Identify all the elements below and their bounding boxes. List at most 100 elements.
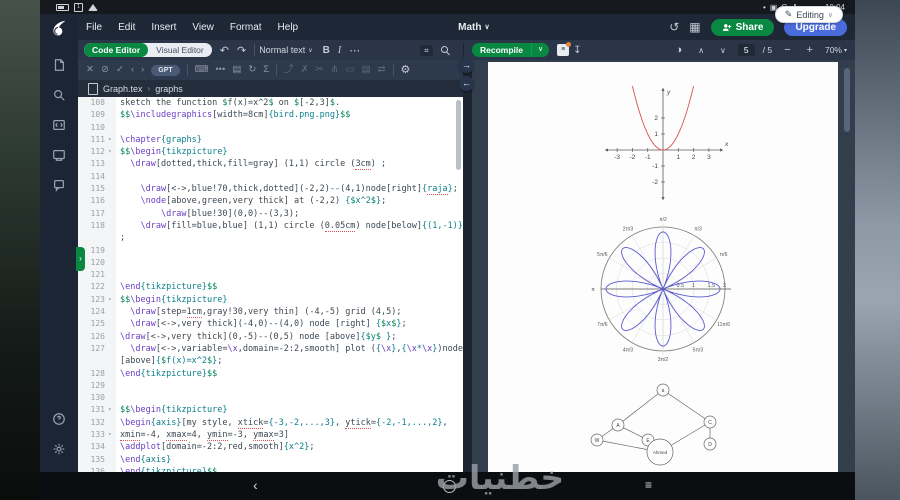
code-line[interactable]: 112 ▾ $$\begin{tikzpicture} <box>78 146 463 159</box>
breadcrumb-file[interactable]: Graph.tex <box>103 84 143 94</box>
page-down-icon[interactable]: ∨ <box>720 46 726 55</box>
code-line[interactable]: 133 ▾ xmin=-4, xmax=4, ymin=-3, ymax=3] <box>78 429 463 442</box>
code-line[interactable]: 114 <box>78 170 463 184</box>
menu-help[interactable]: Help <box>278 22 299 33</box>
expand-left-button[interactable]: ← <box>459 76 474 91</box>
code-line[interactable]: 131 ▾ $$\begin{tikzpicture} <box>78 404 463 417</box>
page-number-input[interactable]: 5 <box>737 44 755 56</box>
dots-icon[interactable]: ••• <box>215 65 225 75</box>
robot-icon[interactable]: ⌨ <box>195 65 209 75</box>
fold-arrow-icon[interactable]: ▾ <box>108 429 116 442</box>
more-options-button[interactable]: ⋯ <box>349 44 360 57</box>
file-icon[interactable]: ▤ <box>362 65 371 75</box>
contrast-icon[interactable]: ◑ <box>676 44 683 56</box>
branch-icon[interactable]: ⋔ <box>331 65 339 75</box>
gpt-badge[interactable]: GPT <box>151 64 180 76</box>
menu-format[interactable]: Format <box>230 22 262 33</box>
recompile-button[interactable]: Recompile ∨ <box>472 43 550 57</box>
strike-icon[interactable]: ✗ <box>301 65 309 75</box>
panel-divider[interactable] <box>463 60 472 472</box>
code-line[interactable]: 119 <box>78 244 463 257</box>
code-line[interactable]: 122 \end{tikzpicture}$$ <box>78 281 463 294</box>
code-block-icon[interactable] <box>49 115 69 135</box>
settings-gear-icon[interactable] <box>49 439 69 459</box>
next-icon[interactable]: › <box>141 65 144 75</box>
code-line[interactable]: 116 \node[above,green,very thick] at (-2… <box>78 195 463 208</box>
settings-icon[interactable]: ⚙ <box>401 64 411 76</box>
paragraph-style-dropdown[interactable]: Normal text ∨ <box>259 45 312 55</box>
code-line[interactable]: 115 \draw[<->,blue!70,thick,dotted](-2,2… <box>78 183 463 196</box>
code-line[interactable]: 121 <box>78 269 463 282</box>
menu-view[interactable]: View <box>192 22 214 33</box>
cut-icon[interactable]: ✂ <box>316 65 324 75</box>
code-line[interactable]: 111 ▾ \chapter{graphs} <box>78 133 463 147</box>
fold-arrow-icon[interactable]: ▾ <box>108 133 116 147</box>
editing-mode-button[interactable]: ✎ Editing ∨ <box>774 6 843 23</box>
code-line[interactable]: 117 \draw[blue!30](0,0)--(3,3); <box>78 207 463 220</box>
document-icon[interactable]: ▤ <box>232 65 241 75</box>
history-icon[interactable]: ↺ <box>669 20 679 34</box>
redo-icon[interactable]: ↷ <box>237 44 246 57</box>
back-button[interactable]: ‹ <box>253 477 258 493</box>
code-line[interactable]: 125 \draw[<->,very thick](-4,0)--(4,0) n… <box>78 318 463 331</box>
undo-icon[interactable]: ↶ <box>220 44 229 57</box>
zoom-level-dropdown[interactable]: 70% ▾ <box>825 45 847 55</box>
layout-icon[interactable]: ▦ <box>689 20 700 34</box>
code-line[interactable]: 118 \draw[fill=blue,blue] (1,1) circle (… <box>78 219 463 245</box>
file-outline-icon[interactable] <box>49 55 69 75</box>
code-line[interactable]: 127 \draw[<->,variable=\x,domain=-2:2,sm… <box>78 342 463 368</box>
code-line[interactable]: 113 \draw[dotted,thick,fill=gray] (1,1) … <box>78 158 463 171</box>
expand-right-button[interactable]: → <box>459 58 474 73</box>
prev-icon[interactable]: ‹ <box>131 65 134 75</box>
fold-arrow-icon[interactable]: ▾ <box>108 146 116 159</box>
logs-icon[interactable]: ≡ <box>557 42 572 56</box>
help-icon[interactable] <box>49 409 69 429</box>
pdf-scrollbar[interactable] <box>844 68 850 132</box>
file-tree-expander[interactable]: › <box>76 247 85 271</box>
sigma-icon[interactable]: Σ <box>263 65 269 75</box>
code-line[interactable]: 132 \begin{axis}[my style, xtick={-3,-2,.… <box>78 416 463 430</box>
fold-arrow-icon[interactable]: ▾ <box>108 404 116 417</box>
check-icon[interactable]: ✓ <box>116 65 124 75</box>
code-editor-tab[interactable]: Code Editor <box>84 43 149 57</box>
italic-button[interactable]: I <box>338 45 341 56</box>
menu-insert[interactable]: Insert <box>151 22 176 33</box>
code-line[interactable]: 120 <box>78 256 463 270</box>
close-icon[interactable]: ✕ <box>86 65 94 75</box>
chat-icon[interactable] <box>49 175 69 195</box>
breadcrumb-section[interactable]: graphs <box>155 84 183 94</box>
refresh-icon[interactable]: ↻ <box>248 65 256 75</box>
code-line[interactable]: 109 $$\includegraphics[width=8cm]{bird.pn… <box>78 109 463 122</box>
code-line[interactable]: 124 \draw[step=1cm,gray!30,very thin] (-… <box>78 306 463 319</box>
code-line[interactable]: 134 \addplot[domain=-2:2,red,smooth]{x^2}… <box>78 441 463 454</box>
download-pdf-icon[interactable]: ↧ <box>573 45 581 56</box>
menu-edit[interactable]: Edit <box>118 22 135 33</box>
indent-icon[interactable]: ⤴ <box>284 65 294 75</box>
code-line[interactable]: 110 <box>78 121 463 134</box>
search-icon[interactable] <box>49 85 69 105</box>
code-line[interactable]: 123 ▾ $$\begin{tikzpicture} <box>78 293 463 307</box>
zoom-out-icon[interactable]: − <box>784 44 790 56</box>
code-line[interactable]: 128 \end{tikzpicture}$$ <box>78 367 463 380</box>
recompile-dropdown[interactable]: ∨ <box>531 43 549 57</box>
block-icon[interactable]: ⊘ <box>101 65 109 75</box>
code-line[interactable]: 129 <box>78 379 463 393</box>
bold-button[interactable]: B <box>323 45 330 56</box>
search-icon[interactable] <box>441 46 449 54</box>
page-up-icon[interactable]: ∧ <box>698 46 704 55</box>
swap-icon[interactable]: ⇄ <box>378 65 386 75</box>
symbol-palette-icon[interactable]: ⌗ <box>420 44 433 56</box>
visual-editor-tab[interactable]: Visual Editor <box>148 43 212 57</box>
code-line[interactable]: 126 \draw[<->,very thick](0,-5)--(0,5) no… <box>78 330 463 343</box>
math-dropdown[interactable]: Math ∨ <box>458 22 489 33</box>
recents-button[interactable]: ≡ <box>645 478 652 492</box>
code-line[interactable]: 108 sketch the function $f(x)=x^2$ on $[-… <box>78 97 463 110</box>
clipboard-icon[interactable]: ▭ <box>346 65 355 75</box>
code-line[interactable]: 130 <box>78 392 463 405</box>
review-panel-icon[interactable] <box>49 145 69 165</box>
editor-scrollbar[interactable] <box>456 100 461 170</box>
code-editor[interactable]: 108 sketch the function $f(x)=x^2$ on $[-… <box>78 97 463 472</box>
share-button[interactable]: Share <box>710 18 775 36</box>
zoom-in-icon[interactable]: + <box>807 44 813 56</box>
menu-file[interactable]: File <box>86 22 102 33</box>
